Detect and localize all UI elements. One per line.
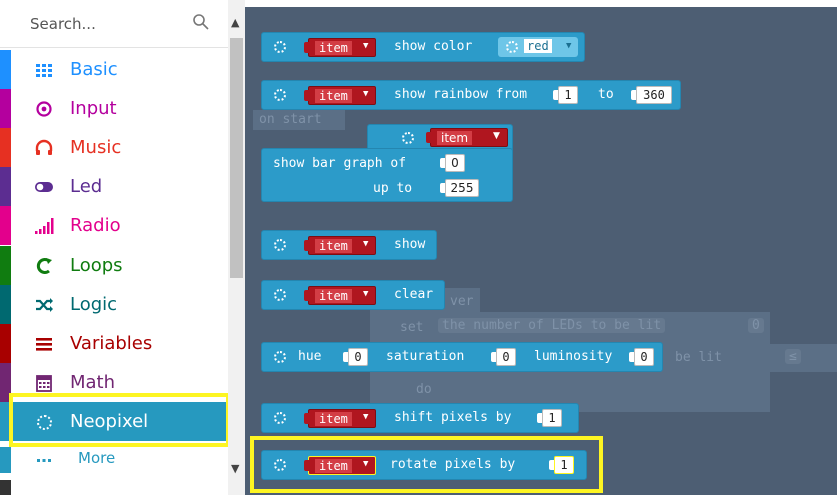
- neopixel-ring-icon: [274, 351, 286, 363]
- category-label: Input: [70, 98, 117, 119]
- scroll-up-icon[interactable]: ▲: [231, 16, 239, 29]
- bar-graph-value-input[interactable]: 0: [440, 154, 465, 172]
- shift-pixels-input[interactable]: 1: [537, 409, 562, 427]
- target-icon: [36, 101, 52, 117]
- item-variable-dropdown[interactable]: item ▼: [304, 286, 376, 305]
- category-label: Loops: [70, 255, 123, 276]
- neopixel-ring-icon: [274, 41, 286, 53]
- calculator-icon: [36, 375, 52, 392]
- category-label: Basic: [70, 59, 118, 80]
- headphones-icon: [35, 139, 53, 155]
- category-label: More: [78, 449, 116, 467]
- scrollbar-thumb[interactable]: [230, 38, 243, 278]
- bar-graph-up-to-input[interactable]: 255: [440, 179, 479, 197]
- dropdown-arrow-icon: ▼: [363, 89, 369, 99]
- toolbox-category-basic[interactable]: Basic: [0, 50, 228, 89]
- category-label: Math: [70, 372, 116, 393]
- neopixel-ring-icon: [274, 412, 286, 424]
- dropdown-arrow-icon: ▼: [566, 41, 572, 51]
- color-dropdown[interactable]: red ▼: [498, 37, 578, 57]
- list-lines-icon: [36, 338, 52, 351]
- block-show-color[interactable]: item ▼ show color red ▼: [261, 32, 585, 62]
- item-variable-dropdown[interactable]: item ▼: [304, 86, 376, 105]
- ghost-on-start-block: on start: [253, 110, 345, 130]
- dropdown-arrow-icon: ▼: [363, 41, 369, 51]
- dropdown-arrow-icon: ▼: [493, 131, 500, 141]
- block-shift-pixels[interactable]: item ▼ shift pixels by 1: [261, 403, 579, 433]
- dropdown-arrow-icon: ▼: [363, 289, 369, 299]
- toolbox-category-variables[interactable]: Variables: [0, 324, 228, 363]
- block-show[interactable]: item ▼ show: [261, 230, 437, 260]
- category-label: Variables: [70, 333, 153, 354]
- ellipsis-icon: [37, 459, 51, 462]
- item-variable-dropdown[interactable]: item ▼: [426, 128, 508, 147]
- item-variable-dropdown[interactable]: item ▼: [304, 38, 376, 57]
- toolbox-category-radio[interactable]: Radio: [0, 206, 228, 245]
- saturation-input[interactable]: 0: [491, 348, 516, 366]
- block-show-rainbow[interactable]: item ▼ show rainbow from 1 to 360: [261, 80, 681, 110]
- shuffle-icon: [36, 298, 53, 312]
- category-label: Led: [70, 176, 103, 197]
- toolbox-category-logic[interactable]: Logic: [0, 285, 228, 324]
- neopixel-ring-icon: [274, 89, 286, 101]
- highlight-rotate-block: [250, 436, 603, 493]
- toolbox-scrollbar[interactable]: ▲ ▼: [228, 0, 245, 495]
- neopixel-ring-icon: [274, 239, 286, 251]
- category-label: Music: [70, 137, 122, 158]
- toolbox-category-music[interactable]: Music: [0, 128, 228, 167]
- toolbox: Search... Basic Input Music Led Radio Lo…: [0, 0, 245, 495]
- hue-input[interactable]: 0: [343, 348, 368, 366]
- block-clear[interactable]: item ▼ clear: [261, 280, 445, 310]
- rainbow-to-input[interactable]: 360: [631, 86, 672, 104]
- toolbox-category-more[interactable]: More: [0, 447, 228, 473]
- rainbow-from-input[interactable]: 1: [553, 86, 578, 104]
- grid-icon: [36, 64, 52, 77]
- neopixel-ring-icon: [506, 41, 518, 53]
- toolbox-category-input[interactable]: Input: [0, 89, 228, 128]
- signal-bars-icon: [35, 218, 54, 234]
- luminosity-input[interactable]: 0: [629, 348, 654, 366]
- category-label: Logic: [70, 294, 118, 315]
- workspace[interactable]: on start ver set the number of LEDs to b…: [245, 0, 837, 495]
- toolbox-category-loops[interactable]: Loops: [0, 246, 228, 285]
- ghost-compare-block: be lit ≤: [665, 344, 837, 372]
- search-input[interactable]: Search...: [30, 15, 96, 33]
- neopixel-ring-icon: [274, 289, 286, 301]
- item-variable-dropdown[interactable]: item ▼: [304, 236, 376, 255]
- category-label: Radio: [70, 215, 121, 236]
- item-variable-dropdown[interactable]: item ▼: [304, 409, 376, 428]
- dropdown-arrow-icon: ▼: [363, 412, 369, 422]
- dropdown-arrow-icon: ▼: [363, 239, 369, 249]
- loop-arrow-icon: [36, 258, 52, 274]
- next-category-stripe: [0, 480, 11, 495]
- block-hsl[interactable]: hue 0 saturation 0 luminosity 0: [261, 342, 663, 372]
- search-box[interactable]: Search...: [0, 0, 228, 48]
- search-icon[interactable]: [192, 13, 210, 31]
- highlight-neopixel: [9, 393, 230, 447]
- toggle-icon: [35, 182, 53, 192]
- neopixel-ring-icon: [402, 132, 414, 144]
- scroll-down-icon[interactable]: ▼: [231, 462, 239, 475]
- toolbox-category-led[interactable]: Led: [0, 167, 228, 206]
